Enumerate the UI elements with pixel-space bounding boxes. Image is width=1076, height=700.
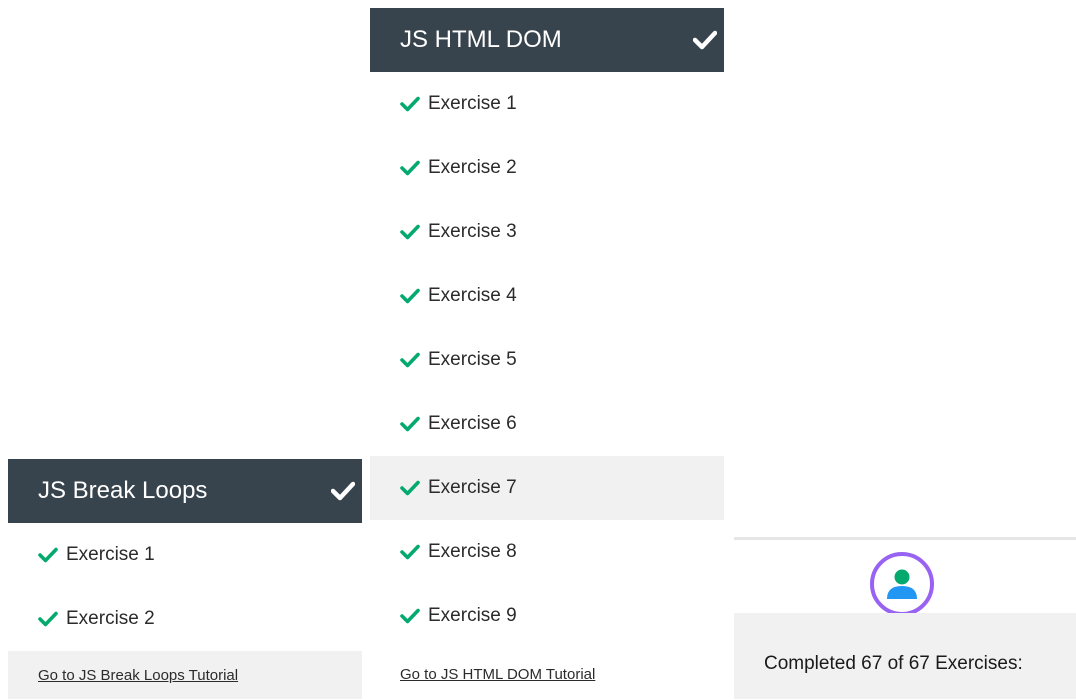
- progress-footer: Completed 67 of 67 Exercises:: [734, 613, 1076, 699]
- check-icon: [400, 95, 420, 113]
- exercise-item[interactable]: Exercise 3: [370, 200, 724, 264]
- check-icon: [692, 27, 718, 53]
- progress-card: Completed 67 of 67 Exercises:: [734, 537, 1076, 699]
- check-icon: [400, 159, 420, 177]
- exercise-item[interactable]: Exercise 4: [370, 264, 724, 328]
- panel-title: JS Break Loops: [38, 477, 208, 504]
- check-icon: [38, 610, 58, 628]
- exercise-label: Exercise 2: [66, 608, 155, 629]
- panel-header[interactable]: JS Break Loops: [8, 459, 362, 523]
- exercise-item[interactable]: Exercise 6: [370, 392, 724, 456]
- exercise-panel-js-break-loops: JS Break Loops Exercise 1 Exercise 2 Go …: [8, 459, 362, 699]
- exercise-item[interactable]: Exercise 2: [8, 587, 362, 651]
- check-icon: [400, 543, 420, 561]
- exercise-label: Exercise 2: [428, 157, 517, 178]
- exercise-label: Exercise 7: [428, 477, 517, 498]
- check-icon: [330, 478, 356, 504]
- exercise-item[interactable]: Exercise 1: [370, 72, 724, 136]
- exercise-item[interactable]: Exercise 2: [370, 136, 724, 200]
- exercise-label: Exercise 9: [428, 605, 517, 626]
- exercise-item[interactable]: Exercise 1: [8, 523, 362, 587]
- exercise-label: Exercise 5: [428, 349, 517, 370]
- check-icon: [400, 415, 420, 433]
- tutorial-link[interactable]: Go to JS HTML DOM Tutorial: [370, 648, 724, 700]
- exercise-item-active[interactable]: Exercise 7: [370, 456, 724, 520]
- exercise-label: Exercise 3: [428, 221, 517, 242]
- panel-header[interactable]: JS HTML DOM: [370, 8, 724, 72]
- exercise-panel-js-html-dom: JS HTML DOM Exercise 1 Exercise 2 Exerci…: [370, 8, 724, 700]
- exercise-item[interactable]: Exercise 9: [370, 584, 724, 648]
- exercise-label: Exercise 1: [66, 544, 155, 565]
- exercise-item[interactable]: Exercise 5: [370, 328, 724, 392]
- check-icon: [400, 351, 420, 369]
- exercise-label: Exercise 6: [428, 413, 517, 434]
- exercise-item[interactable]: Exercise 8: [370, 520, 724, 584]
- tutorial-link[interactable]: Go to JS Break Loops Tutorial: [8, 651, 362, 699]
- check-icon: [400, 223, 420, 241]
- exercise-label: Exercise 8: [428, 541, 517, 562]
- user-avatar-icon[interactable]: [870, 552, 934, 616]
- check-icon: [400, 607, 420, 625]
- check-icon: [400, 479, 420, 497]
- exercise-label: Exercise 1: [428, 93, 517, 114]
- check-icon: [38, 546, 58, 564]
- panel-title: JS HTML DOM: [400, 26, 562, 53]
- progress-text: Completed 67 of 67 Exercises:: [764, 653, 1023, 674]
- exercise-label: Exercise 4: [428, 285, 517, 306]
- check-icon: [400, 287, 420, 305]
